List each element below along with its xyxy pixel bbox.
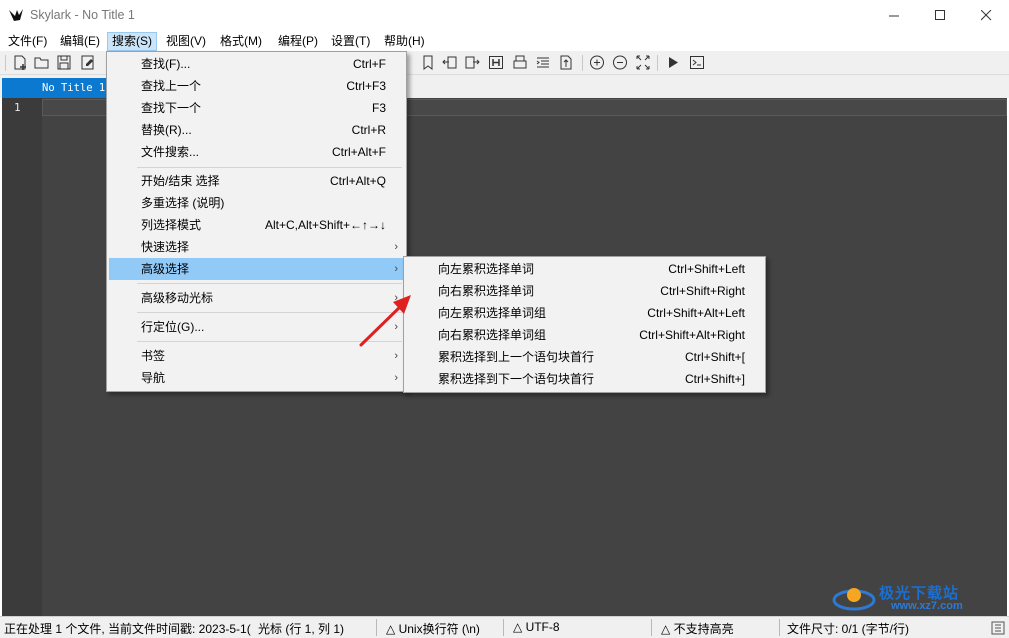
watermark-logo-icon (832, 588, 876, 611)
status-separator (651, 619, 652, 636)
minimize-icon (888, 15, 899, 17)
submenu-item-right-word[interactable]: 向右累积选择单词 Ctrl+Shift+Right (406, 280, 763, 302)
menu-item-find-next[interactable]: 查找下一个 F3 (109, 97, 404, 119)
file-export-icon[interactable] (558, 54, 574, 71)
watermark-url: www.xz7.com (891, 600, 963, 612)
fullscreen-icon[interactable] (635, 54, 651, 71)
menu-settings[interactable]: 设置(T) (327, 32, 374, 51)
menu-program[interactable]: 编程(P) (274, 32, 322, 51)
maximize-button[interactable] (917, 0, 963, 31)
menu-item-find-prev[interactable]: 查找上一个 Ctrl+F3 (109, 75, 404, 97)
align-list-icon[interactable] (535, 54, 551, 71)
menu-separator (137, 167, 402, 168)
minimize-button[interactable] (871, 0, 917, 31)
header-icon[interactable] (488, 54, 504, 71)
maximize-icon (934, 10, 945, 20)
triangle-icon: △ (661, 622, 674, 636)
status-cursor: 光标 (行 1, 列 1) (258, 622, 345, 636)
save-as-icon[interactable] (80, 54, 96, 71)
line-number: 1 (14, 101, 21, 114)
title-bar: Skylark - No Title 1 (0, 0, 1009, 31)
menu-item-column-select[interactable]: 列选择模式 Alt+C,Alt+Shift+←↑→↓ (109, 214, 404, 236)
submenu-item-right-word-group[interactable]: 向右累积选择单词组 Ctrl+Shift+Alt+Right (406, 324, 763, 346)
menu-item-quick-select[interactable]: 快速选择 › (109, 236, 404, 258)
menu-item-advanced-select[interactable]: 高级选择 › (109, 258, 404, 280)
submenu-item-left-word[interactable]: 向左累积选择单词 Ctrl+Shift+Left (406, 258, 763, 280)
new-file-icon[interactable] (12, 54, 28, 71)
toolbar-grip (5, 55, 6, 71)
printer-icon[interactable] (512, 54, 528, 71)
menu-item-navigate[interactable]: 导航 › (109, 367, 404, 389)
zoom-in-icon[interactable] (589, 54, 605, 71)
menu-item-start-end-select[interactable]: 开始/结束 选择 Ctrl+Alt+Q (109, 170, 404, 192)
menu-edit[interactable]: 编辑(E) (56, 32, 104, 51)
status-separator (503, 619, 504, 636)
line-number-gutter: 1 (2, 98, 42, 616)
menu-view[interactable]: 视图(V) (162, 32, 210, 51)
menu-separator (137, 283, 402, 284)
save-icon[interactable] (56, 54, 72, 71)
menu-item-find[interactable]: 查找(F)... Ctrl+F (109, 53, 404, 75)
chevron-right-icon: › (394, 241, 398, 253)
watermark: 极光下载站 www.xz7.com (831, 580, 1001, 616)
zoom-out-icon[interactable] (612, 54, 628, 71)
status-highlight[interactable]: △ 不支持高亮 (661, 620, 734, 637)
close-icon (980, 10, 991, 21)
menu-item-file-search[interactable]: 文件搜索... Ctrl+Alt+F (109, 141, 404, 163)
submenu-item-next-block[interactable]: 累积选择到下一个语句块首行 Ctrl+Shift+] (406, 368, 763, 390)
chevron-right-icon: › (394, 263, 398, 275)
status-separator (779, 619, 780, 636)
indent-icon[interactable] (464, 54, 480, 71)
window-title: Skylark - No Title 1 (30, 8, 135, 22)
menu-file[interactable]: 文件(F) (4, 32, 51, 51)
status-bar: 正在处理 1 个文件, 当前文件时间戳: 2023-5-1( 光标 (行 1, … (0, 616, 1009, 638)
tab-no-title-1[interactable]: No Title 1 (2, 78, 108, 98)
triangle-icon: △ (386, 622, 399, 636)
menu-item-replace[interactable]: 替换(R)... Ctrl+R (109, 119, 404, 141)
menu-help[interactable]: 帮助(H) (380, 32, 429, 51)
menu-bar: 文件(F) 编辑(E) 搜索(S) 视图(V) 格式(M) 编程(P) 设置(T… (0, 31, 1009, 51)
run-icon[interactable] (665, 54, 681, 71)
skylark-logo-icon (9, 9, 23, 21)
toolbar-separator (582, 55, 583, 71)
submenu-item-left-word-group[interactable]: 向左累积选择单词组 Ctrl+Shift+Alt+Left (406, 302, 763, 324)
menu-search[interactable]: 搜索(S) (107, 32, 157, 51)
status-file-size: 文件尺寸: 0/1 (字节/行) (787, 622, 910, 636)
triangle-icon: △ (513, 620, 526, 634)
status-line-ending[interactable]: △ Unix换行符 (\n) (386, 620, 480, 637)
annotation-arrow (359, 295, 411, 347)
advanced-select-submenu: 向左累积选择单词 Ctrl+Shift+Left 向右累积选择单词 Ctrl+Shi… (403, 256, 766, 393)
status-processing: 正在处理 1 个文件, 当前文件时间戳: 2023-5-1( (4, 622, 251, 636)
outdent-icon[interactable] (442, 54, 458, 71)
close-button[interactable] (963, 0, 1009, 31)
submenu-item-prev-block[interactable]: 累积选择到上一个语句块首行 Ctrl+Shift+[ (406, 346, 763, 368)
menu-item-multi-select[interactable]: 多重选择 (说明) (109, 192, 404, 214)
bookmark-icon[interactable] (420, 54, 436, 71)
open-folder-icon[interactable] (34, 54, 50, 71)
terminal-icon[interactable] (689, 54, 705, 71)
resize-grip-icon[interactable] (970, 621, 1006, 635)
status-encoding[interactable]: △ UTF-8 (513, 620, 560, 634)
status-separator (376, 619, 377, 636)
chevron-right-icon: › (394, 372, 398, 384)
menu-format[interactable]: 格式(M) (216, 32, 266, 51)
toolbar-separator (657, 55, 658, 71)
